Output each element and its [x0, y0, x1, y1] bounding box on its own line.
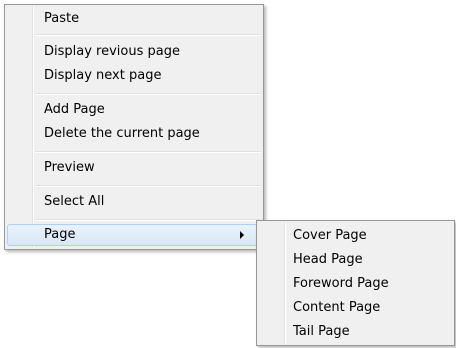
menu-separator — [35, 93, 261, 95]
menu-item-label: Display revious page — [44, 44, 180, 59]
menu-item-page[interactable]: Page — [7, 224, 261, 246]
context-menu: Paste Display revious page Display next … — [4, 4, 264, 250]
menu-item-label: Foreword Page — [293, 276, 389, 291]
menu-item-paste[interactable]: Paste — [7, 8, 261, 30]
page-submenu: Cover Page Head Page Foreword Page Conte… — [256, 220, 455, 346]
menu-item-add-page[interactable]: Add Page — [7, 99, 261, 121]
menu-separator — [35, 151, 261, 153]
submenu-item-tail-page[interactable]: Tail Page — [259, 321, 452, 343]
menu-item-label: Delete the current page — [44, 126, 200, 141]
menu-separator — [35, 185, 261, 187]
submenu-item-head-page[interactable]: Head Page — [259, 249, 452, 271]
menu-separator — [35, 219, 261, 221]
menu-item-preview[interactable]: Preview — [7, 157, 261, 179]
menu-item-select-all[interactable]: Select All — [7, 191, 261, 213]
menu-item-label: Tail Page — [293, 324, 350, 339]
menu-item-label: Cover Page — [293, 228, 367, 243]
menu-item-label: Preview — [44, 160, 95, 175]
menu-item-label: Paste — [44, 11, 80, 26]
submenu-item-foreword-page[interactable]: Foreword Page — [259, 273, 452, 295]
menu-item-label: Add Page — [44, 102, 105, 117]
menu-item-label: Content Page — [293, 300, 381, 315]
menu-item-delete-current-page[interactable]: Delete the current page — [7, 123, 261, 145]
submenu-item-cover-page[interactable]: Cover Page — [259, 225, 452, 247]
menu-item-label: Head Page — [293, 252, 363, 267]
menu-item-label: Select All — [44, 194, 105, 209]
menu-item-label: Display next page — [44, 68, 162, 83]
menu-item-display-previous-page[interactable]: Display revious page — [7, 41, 261, 63]
menu-item-display-next-page[interactable]: Display next page — [7, 65, 261, 87]
screen: Paste Display revious page Display next … — [0, 0, 456, 348]
menu-separator — [35, 34, 261, 36]
submenu-item-content-page[interactable]: Content Page — [259, 297, 452, 319]
menu-item-label: Page — [44, 227, 76, 242]
chevron-right-icon — [240, 231, 244, 239]
